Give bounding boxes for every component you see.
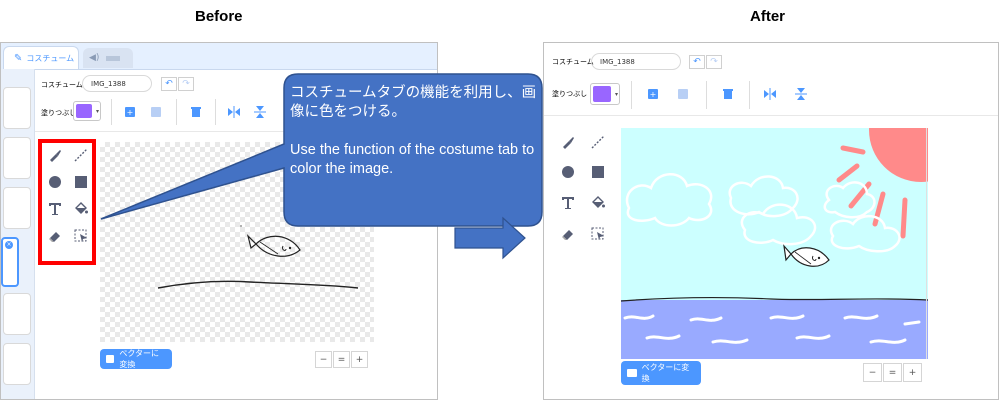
flip-horizontal-button[interactable] [763, 87, 777, 101]
svg-text:+: + [650, 90, 657, 99]
eraser-icon [562, 230, 573, 240]
text-tool[interactable] [560, 195, 576, 211]
undo-icon: ↶ [693, 57, 701, 67]
zoom-reset-button[interactable]: = [883, 363, 902, 382]
divider [706, 81, 707, 109]
costume-name-label: コスチューム [552, 58, 594, 66]
after-editor-panel: コスチューム IMG_1388 ↶ ↷ 塗りつぶし ▾ + ベクターに変換 − … [543, 42, 999, 400]
fill-color-picker[interactable]: ▾ [590, 83, 620, 105]
fill-label: 塗りつぶし [552, 90, 588, 98]
toolbar-divider [544, 115, 998, 116]
group-button[interactable]: + [646, 87, 660, 101]
canvas-edge [926, 128, 927, 359]
circle-icon [562, 166, 574, 178]
zoom-reset-icon: = [888, 367, 897, 378]
flip-vertical-button[interactable] [794, 87, 808, 101]
canvas-drawing [621, 128, 928, 359]
costume-name-input[interactable]: IMG_1388 [591, 53, 681, 70]
rectangle-tool[interactable] [590, 164, 606, 180]
flip-vertical-icon [795, 88, 807, 100]
image-icon [627, 369, 637, 377]
delete-button[interactable] [721, 87, 735, 101]
fill-tool[interactable] [590, 195, 606, 211]
select-icon [591, 227, 604, 240]
fill-color-swatch [593, 86, 611, 102]
delete-icon [723, 89, 733, 99]
zoom-out-icon: − [868, 367, 877, 378]
convert-to-vector-button[interactable]: ベクターに変換 [621, 361, 701, 385]
callout-english: Use the function of the costume tab to c… [290, 142, 535, 177]
line-icon [591, 135, 605, 149]
text-icon [562, 197, 574, 209]
redo-icon: ↷ [710, 57, 718, 67]
eraser-tool[interactable] [560, 226, 576, 242]
divider [749, 81, 750, 109]
rectangle-icon [592, 166, 604, 178]
brush-icon [563, 137, 574, 149]
select-tool[interactable] [590, 226, 606, 242]
redo-button[interactable]: ↷ [706, 55, 722, 69]
group-icon: + [648, 89, 658, 99]
chevron-down-icon: ▾ [614, 91, 618, 98]
convert-to-vector-label: ベクターに変換 [641, 363, 690, 383]
divider [631, 81, 632, 109]
line-tool[interactable] [590, 134, 606, 150]
ungroup-button[interactable] [676, 87, 690, 101]
circle-tool[interactable] [560, 164, 576, 180]
zoom-in-icon: + [908, 367, 917, 378]
paint-canvas[interactable] [621, 128, 928, 359]
undo-button[interactable]: ↶ [689, 55, 705, 69]
zoom-in-button[interactable]: + [903, 363, 922, 382]
flip-horizontal-icon [764, 88, 776, 100]
fill-bucket-icon [592, 196, 605, 208]
zoom-out-button[interactable]: − [863, 363, 882, 382]
callout-japanese: コスチュームタブの機能を利用し、画像に色をつける。 [290, 85, 537, 120]
brush-tool[interactable] [560, 134, 576, 150]
callout-text: コスチュームタブの機能を利用し、画像に色をつける。 Use the functi… [290, 84, 540, 179]
sea-area [621, 300, 928, 359]
ungroup-icon [678, 89, 688, 99]
